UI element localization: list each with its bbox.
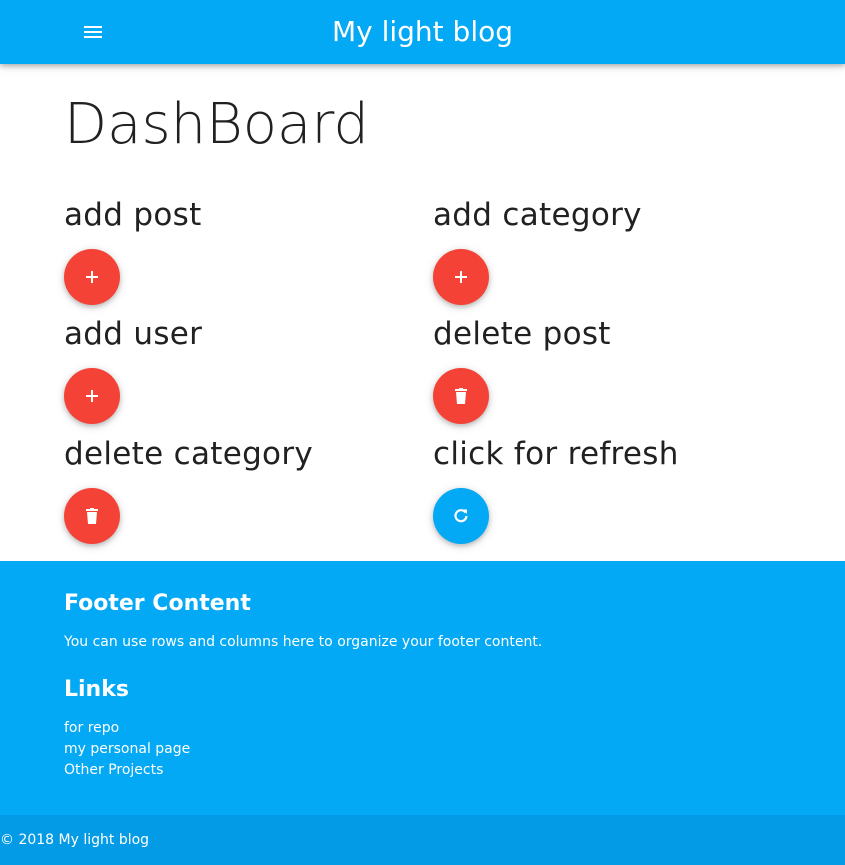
add-icon: [86, 390, 98, 402]
links-heading: Links: [64, 677, 129, 702]
action-label: delete category: [64, 436, 314, 472]
action-label: add post: [64, 197, 202, 233]
action-label: delete post: [433, 316, 611, 352]
action-label: add category: [433, 197, 642, 233]
action-add-post: add post: [64, 195, 424, 305]
add-user-button[interactable]: [64, 368, 120, 424]
action-label: click for refresh: [433, 436, 679, 472]
footer-links: for repo my personal page Other Projects: [64, 718, 190, 781]
delete-post-button[interactable]: [433, 368, 489, 424]
other-projects-link[interactable]: Other Projects: [64, 762, 163, 778]
delete-icon: [455, 388, 467, 404]
delete-category-button[interactable]: [64, 488, 120, 544]
repo-link[interactable]: for repo: [64, 720, 119, 736]
add-icon: [455, 271, 467, 283]
brand-logo-link[interactable]: My light blog: [332, 15, 513, 48]
action-delete-post: delete post: [433, 314, 793, 424]
delete-icon: [86, 508, 98, 524]
list-item: my personal page: [64, 739, 190, 760]
page-title: DashBoard: [64, 92, 369, 157]
action-refresh: click for refresh: [433, 434, 793, 544]
menu-icon[interactable]: [80, 20, 106, 44]
page-footer: Footer Content You can use rows and colu…: [0, 561, 845, 815]
action-label: add user: [64, 316, 203, 352]
footer-heading: Footer Content: [64, 591, 251, 616]
add-post-button[interactable]: [64, 249, 120, 305]
brand-title-container: My light blog: [0, 0, 845, 64]
list-item: for repo: [64, 718, 190, 739]
refresh-icon: [454, 509, 468, 523]
action-add-user: add user: [64, 314, 424, 424]
footer-text: You can use rows and columns here to org…: [64, 634, 543, 650]
list-item: Other Projects: [64, 760, 190, 781]
refresh-button[interactable]: [433, 488, 489, 544]
action-delete-category: delete category: [64, 434, 424, 544]
add-icon: [86, 271, 98, 283]
footer-copyright: © 2018 My light blog: [0, 815, 845, 865]
top-navbar: My light blog: [0, 0, 845, 64]
add-category-button[interactable]: [433, 249, 489, 305]
personal-page-link[interactable]: my personal page: [64, 741, 190, 757]
action-add-category: add category: [433, 195, 793, 305]
